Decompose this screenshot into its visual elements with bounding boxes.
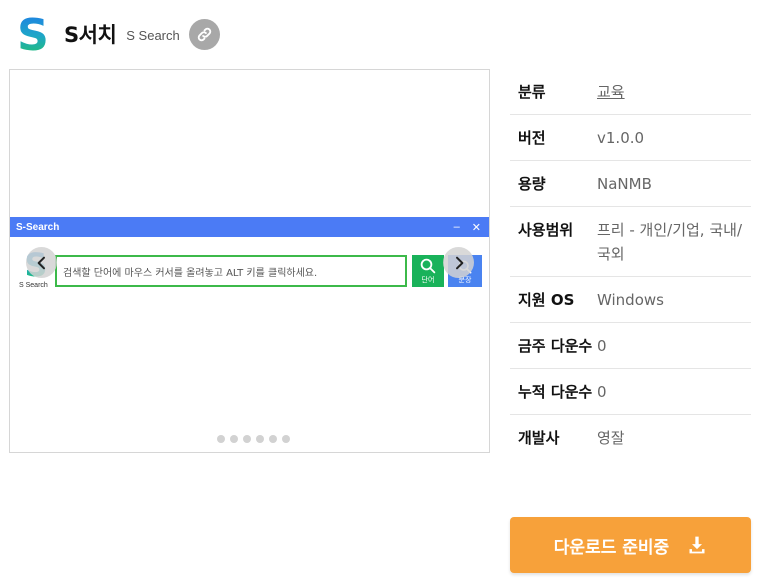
mini-logo-label: S Search: [19, 282, 48, 289]
screenshot-word-button: 단어: [412, 255, 444, 287]
info-row: 분류 교육: [510, 69, 751, 115]
info-row: 버전 v1.0.0: [510, 115, 751, 161]
info-row: 누적 다운수 0: [510, 369, 751, 415]
app-info-table: 분류 교육버전 v1.0.0 용량 NaNMB 사용범위 프리 - 개인/기업, 국내/국외…: [510, 69, 751, 460]
download-button[interactable]: 다운로드 준비중: [510, 517, 751, 573]
minimize-icon: –: [453, 221, 460, 233]
info-value: 프리 - 개인/기업, 국내/국외: [597, 221, 742, 263]
info-row: 금주 다운수 0: [510, 323, 751, 369]
screenshot-body: S S Search 검색할 단어에 마우스 커서를 올려놓고 ALT 키를 클…: [10, 237, 489, 293]
carousel-dot[interactable]: [230, 435, 238, 443]
info-label: 개발사: [518, 429, 560, 447]
category-link[interactable]: 교육: [597, 83, 625, 101]
info-value: 0: [597, 337, 607, 355]
app-logo-icon: S: [17, 13, 49, 55]
svg-text:S: S: [17, 13, 49, 55]
info-row: 사용범위 프리 - 개인/기업, 국내/국외: [510, 207, 751, 277]
info-value: Windows: [597, 291, 664, 309]
info-label: 버전: [518, 129, 546, 147]
carousel-dot[interactable]: [243, 435, 251, 443]
carousel-pagination: [217, 435, 290, 443]
download-icon: [689, 536, 705, 554]
download-button-label: 다운로드 준비중: [553, 537, 670, 558]
close-icon: ✕: [471, 221, 481, 234]
carousel-dot[interactable]: [282, 435, 290, 443]
info-value: 교육: [597, 80, 751, 104]
info-label: 용량: [518, 175, 546, 193]
app-header: S S서치 S Search: [14, 12, 220, 56]
carousel-prev-button[interactable]: [26, 247, 57, 278]
carousel-dot[interactable]: [217, 435, 225, 443]
info-label: 누적 다운수: [518, 383, 593, 401]
word-button-label: 단어: [421, 276, 435, 284]
info-value: NaNMB: [597, 175, 652, 193]
carousel-next-button[interactable]: [443, 247, 474, 278]
search-icon: [420, 258, 436, 274]
info-value: 영잘: [597, 429, 625, 447]
carousel-dot[interactable]: [269, 435, 277, 443]
app-subtitle: S Search: [126, 27, 180, 43]
screenshot-carousel: S-Search – ✕ S S Search 검색할 단어에 마우스 커서를 …: [9, 69, 490, 453]
info-row: 용량 NaNMB: [510, 161, 751, 207]
app-screenshot: S-Search – ✕ S S Search 검색할 단어에 마우스 커서를 …: [10, 217, 489, 293]
share-link-button[interactable]: [188, 18, 220, 50]
screenshot-titlebar: S-Search – ✕: [10, 217, 489, 237]
info-label: 금주 다운수: [518, 337, 593, 355]
info-label: 지원 OS: [518, 291, 575, 309]
link-icon: [197, 27, 211, 41]
screenshot-window-title: S-Search: [16, 221, 60, 233]
info-label: 분류: [518, 83, 546, 101]
chevron-left-icon: [37, 256, 45, 269]
app-title: S서치: [64, 23, 117, 47]
chevron-right-icon: [455, 256, 463, 269]
carousel-dot[interactable]: [256, 435, 264, 443]
info-value: 0: [597, 383, 607, 401]
info-row: 개발사 영잘: [510, 415, 751, 460]
info-row: 지원 OS Windows: [510, 277, 751, 323]
info-value: v1.0.0: [597, 129, 645, 147]
info-label: 사용범위: [518, 221, 574, 239]
screenshot-search-input: 검색할 단어에 마우스 커서를 올려놓고 ALT 키를 클릭하세요.: [55, 255, 407, 287]
